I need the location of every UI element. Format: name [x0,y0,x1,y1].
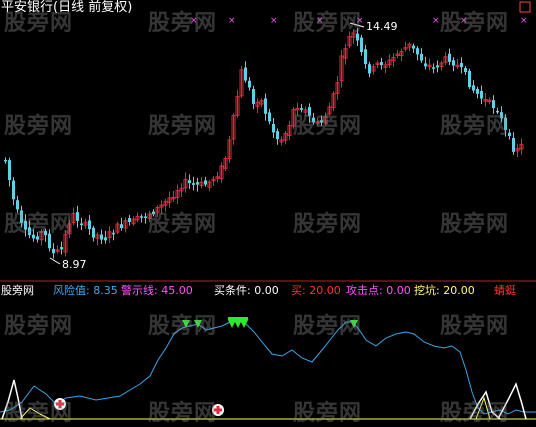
candle-body [480,90,483,99]
candle-body [8,160,11,181]
watermark: 股旁网 [293,114,363,139]
watermark: 股旁网 [148,212,218,237]
candle-body [100,234,103,240]
signal-mark: × [270,16,278,26]
candle-body [264,98,267,114]
candle-body [380,61,383,66]
candle-body [112,232,115,235]
candle-body [452,60,455,66]
watermark: 股旁网 [4,114,74,139]
indicator-row: 股旁网 风险值: 8.35 警示线: 45.00 买条件: 0.00 买: 20… [0,283,536,299]
low-price-label: 8.97 [62,258,87,271]
watermark: 股旁网 [440,401,510,426]
candle-body [60,247,63,250]
watermark: 股旁网 [4,11,74,36]
candle-body [448,53,451,62]
candle-body [360,37,363,52]
watermark: 股旁网 [148,114,218,139]
candle-body [92,227,95,238]
candle-body [144,216,147,218]
watermark: 股旁网 [4,314,74,339]
signal-mark: × [432,16,440,26]
watermark: 股旁网 [4,212,74,237]
candle-body [416,48,419,55]
indicator-risk: 风险值: 8.35 [53,284,118,297]
candle-body [88,220,91,230]
candle-body [252,88,255,104]
buy-arrow [240,320,248,328]
high-price-label: 14.49 [366,20,398,33]
candle-body [4,159,7,162]
candle-body [128,218,131,222]
candle-body [492,100,495,109]
watermark: 股旁网 [440,314,510,339]
signal-mark: × [520,16,528,26]
candle-body [432,67,435,69]
indicator-attack: 攻击点: 0.00 [346,284,411,297]
candle-body [276,131,279,140]
watermark: 股旁网 [148,11,218,36]
watermark: 股旁网 [4,401,74,426]
watermark: 股旁网 [293,401,363,426]
indicator-dragonfly: 蜻蜓 [494,284,516,297]
indicator-buy: 买: 20.00 [291,284,341,297]
candle-body [192,183,195,185]
candle-body [120,224,123,229]
signal-mark: × [228,16,236,26]
watermark: 股旁网 [440,11,510,36]
indicator-warn: 警示线: 45.00 [121,284,193,297]
candle-body [468,70,471,87]
candle-body [424,63,427,67]
candle-body [460,62,463,68]
candle-body [464,68,467,73]
watermark: 股旁网 [293,212,363,237]
watermark: 股旁网 [148,314,218,339]
buy-bar [228,317,248,320]
candle-body [12,180,15,200]
watermark: 股旁网 [148,401,218,426]
indicator-buy-cond: 买条件: 0.00 [214,284,279,297]
watermark: 股旁网 [440,114,510,139]
candle-body [52,248,55,254]
candle-body [244,67,247,81]
candle-body [188,180,191,184]
candle-body [368,64,371,74]
indicator-dig: 挖坑: 20.00 [414,284,475,297]
candle-body [140,216,143,218]
candle-body [80,223,83,225]
candle-body [420,53,423,61]
candle-body [248,80,251,88]
candle-body [104,237,107,241]
watermark: 股旁网 [293,314,363,339]
candle-body [436,65,439,68]
candle-body [476,89,479,94]
candle-body [204,180,207,185]
candle-body [364,49,367,65]
candle-body [272,124,275,133]
watermark: 股旁网 [440,212,510,237]
candle-body [512,137,515,152]
candle-body [268,112,271,122]
candle-body [196,182,199,185]
indicator-name[interactable]: 股旁网 [1,283,34,299]
low-marker [49,257,61,265]
candle-body [412,45,415,49]
signal-box [519,1,531,13]
candle-body [472,85,475,91]
candle-body [76,212,79,221]
watermark: 股旁网 [293,11,363,36]
